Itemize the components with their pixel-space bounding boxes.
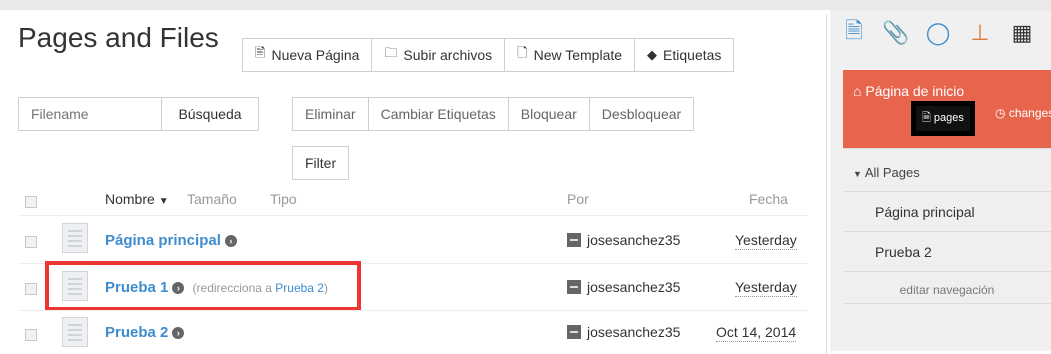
change-tags-button[interactable]: Cambiar Etiquetas	[368, 97, 509, 131]
search-button[interactable]: Búsqueda	[161, 97, 259, 131]
new-page-icon: 🖹	[255, 45, 266, 60]
nav-item-pagina-principal[interactable]: Página principal	[875, 204, 975, 220]
home-icon: ⌂	[853, 83, 862, 99]
row-divider	[18, 215, 808, 216]
comment-icon[interactable]: ◯	[926, 16, 951, 50]
edit-navigation-link[interactable]: editar navegación	[843, 283, 1051, 297]
clock-icon: ◷	[995, 106, 1006, 120]
date-column-header[interactable]: Fecha	[749, 191, 788, 207]
sidebar-icon-bar: 🗎 📎 ◯ ⊥ ▦	[842, 16, 1034, 50]
bulk-actions: Eliminar Cambiar Etiquetas Bloquear Desb…	[292, 97, 695, 131]
arrow-circle-icon[interactable]: ›	[224, 235, 237, 248]
folder-icon: 🗀	[384, 45, 398, 60]
arrow-circle-icon[interactable]: ›	[172, 327, 185, 340]
tag-icon: ◆	[647, 47, 658, 62]
table-row-name[interactable]: Página principal ›	[105, 232, 237, 249]
nav-item-prueba-2[interactable]: Prueba 2	[875, 244, 932, 260]
lock-button[interactable]: Bloquear	[508, 97, 590, 131]
highlight-box	[45, 261, 361, 311]
changes-link[interactable]: ◷ changes	[995, 106, 1051, 120]
user-icon	[567, 325, 581, 339]
new-page-button[interactable]: 🖹 Nueva Página	[242, 38, 373, 72]
row-date: Yesterday	[735, 279, 797, 297]
home-page-title[interactable]: ⌂ Página de inicio	[853, 83, 964, 99]
upload-files-button[interactable]: 🗀 Subir archivos	[372, 38, 506, 72]
document-icon[interactable]: 🗎	[842, 16, 866, 50]
all-pages-toggle[interactable]: ▼ All Pages	[853, 165, 920, 180]
top-strip	[0, 0, 1051, 10]
row-checkbox[interactable]	[25, 329, 37, 341]
row-user: josesanchez35	[567, 232, 680, 248]
select-all-checkbox[interactable]	[25, 196, 37, 208]
nav-divider	[843, 231, 1051, 232]
row-date: Yesterday	[735, 232, 797, 250]
caret-down-icon: ▼	[853, 169, 862, 179]
calendar-icon[interactable]: ▦	[1010, 16, 1034, 50]
page-toolbar: 🖹 Nueva Página 🗀 Subir archivos 🗋 New Te…	[242, 38, 735, 72]
file-icon: 🗋	[517, 45, 528, 60]
type-column-header[interactable]: Tipo	[270, 191, 297, 207]
paperclip-icon[interactable]: 📎	[882, 16, 909, 50]
nav-divider	[843, 191, 1051, 192]
pages-badge[interactable]: 🗎 pages	[911, 101, 975, 136]
row-checkbox[interactable]	[25, 236, 37, 248]
row-divider	[18, 310, 808, 311]
nav-divider	[843, 271, 1051, 272]
name-column-header[interactable]: Nombre ▼	[105, 191, 169, 207]
page-icon: 🗎	[922, 112, 931, 124]
page-title: Pages and Files	[18, 22, 219, 53]
by-column-header[interactable]: Por	[567, 191, 589, 207]
user-icon	[567, 280, 581, 294]
table-row-name[interactable]: Prueba 2 ›	[105, 324, 185, 341]
size-column-header[interactable]: Tamaño	[187, 191, 237, 207]
row-date: Oct 14, 2014	[716, 324, 797, 342]
delete-button[interactable]: Eliminar	[292, 97, 369, 131]
sitemap-icon[interactable]: ⊥	[968, 16, 992, 50]
new-template-button[interactable]: 🗋 New Template	[505, 38, 636, 72]
filename-search-input[interactable]	[18, 97, 162, 131]
user-icon	[567, 233, 581, 247]
document-icon	[62, 223, 88, 253]
unlock-button[interactable]: Desbloquear	[589, 97, 695, 131]
document-icon	[62, 317, 88, 347]
navigation-panel: ▼ All Pages Página principal Prueba 2 ed…	[843, 148, 1051, 304]
row-user: josesanchez35	[567, 279, 680, 295]
filter-button[interactable]: Filter	[292, 146, 350, 180]
row-checkbox[interactable]	[25, 283, 37, 295]
tags-button[interactable]: ◆ Etiquetas	[635, 38, 735, 72]
row-user: josesanchez35	[567, 324, 680, 340]
caret-down-icon: ▼	[158, 196, 169, 207]
home-page-panel: ⌂ Página de inicio 🗎 pages ◷ changes	[843, 70, 1051, 156]
